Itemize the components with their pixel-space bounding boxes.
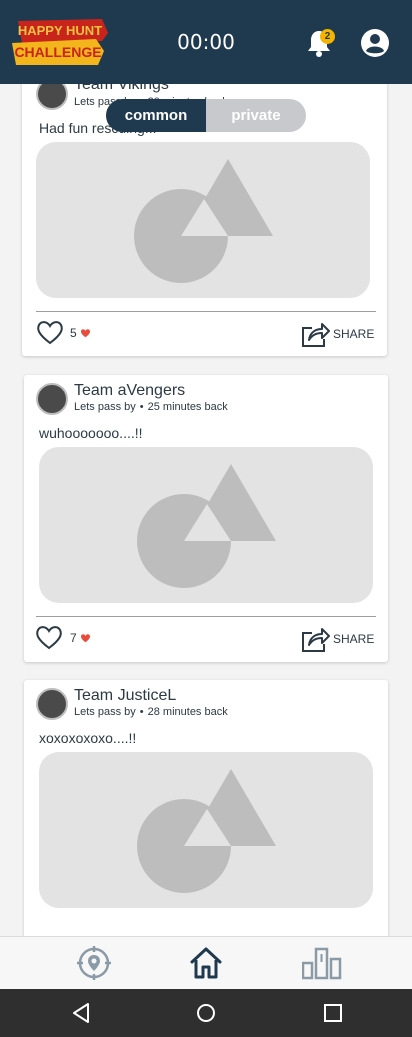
feed-toggle: common private (106, 99, 306, 132)
recents-icon[interactable] (321, 1001, 345, 1025)
post-author: Lets pass by (74, 401, 136, 413)
like-count-value: 5 (70, 326, 77, 340)
post-image[interactable] (39, 752, 373, 908)
private-tab[interactable]: private (206, 99, 306, 132)
system-navigation-bar (0, 989, 412, 1037)
podium-icon[interactable] (301, 945, 342, 981)
meta-separator: • (139, 401, 144, 413)
app-header: HAPPY HUNT CHALLENGE 00:00 2 (0, 0, 412, 84)
team-name[interactable]: Team JusticeL (74, 687, 176, 705)
post-time: 25 minutes back (147, 401, 228, 413)
post-card: Team aVengers Lets pass by • 25 minutes ba… (24, 375, 388, 662)
team-avatar[interactable] (36, 688, 68, 720)
heart-outline-icon[interactable] (35, 318, 65, 346)
account-circle-icon[interactable] (360, 28, 390, 58)
heart-outline-icon[interactable] (34, 623, 64, 651)
team-name[interactable]: Team aVengers (74, 382, 185, 400)
back-icon[interactable] (70, 1001, 94, 1025)
post-message: wuhooooooo....!! (39, 425, 143, 441)
notification-badge: 2 (320, 29, 335, 44)
image-placeholder-icon (137, 464, 276, 588)
team-avatar[interactable] (36, 84, 68, 110)
logo-line2: CHALLENGE (14, 44, 101, 60)
like-count: 5 (70, 326, 91, 340)
logo-line1: HAPPY HUNT (18, 23, 102, 38)
bottom-navigation (0, 936, 412, 989)
post-meta: Lets pass by • 25 minutes back (74, 401, 228, 413)
home-circle-icon[interactable] (194, 1001, 218, 1025)
hunt-timer: 00:00 (177, 30, 235, 54)
share-button[interactable]: SHARE (333, 632, 374, 646)
post-image[interactable] (39, 447, 373, 603)
post-image[interactable] (36, 142, 370, 298)
meta-separator: • (139, 706, 144, 718)
card-divider (36, 311, 376, 312)
home-icon[interactable] (188, 945, 224, 981)
image-placeholder-icon (134, 159, 273, 283)
post-meta: Lets pass by • 28 minutes back (74, 706, 228, 718)
image-placeholder-icon (137, 769, 276, 893)
app-logo[interactable]: HAPPY HUNT CHALLENGE (12, 19, 110, 67)
heart-filled-icon (81, 634, 91, 643)
common-tab[interactable]: common (106, 99, 206, 132)
post-time: 28 minutes back (147, 706, 228, 718)
team-name[interactable]: Team Vikings (74, 84, 169, 94)
team-avatar[interactable] (36, 383, 68, 415)
posts-feed[interactable]: Team Vikings Lets pass by•20 minutes bac… (0, 84, 412, 936)
post-message: xoxoxoxoxo....!! (39, 730, 137, 746)
heart-filled-icon (81, 329, 91, 338)
target-pin-icon[interactable] (76, 945, 112, 981)
share-icon[interactable] (300, 624, 330, 654)
share-icon[interactable] (300, 319, 330, 349)
like-count: 7 (70, 631, 91, 645)
like-count-value: 7 (70, 631, 77, 645)
share-button[interactable]: SHARE (333, 327, 374, 341)
card-divider (36, 616, 376, 617)
post-card: Team JusticeL Lets pass by • 28 minutes ba… (24, 680, 388, 936)
post-author: Lets pass by (74, 706, 136, 718)
